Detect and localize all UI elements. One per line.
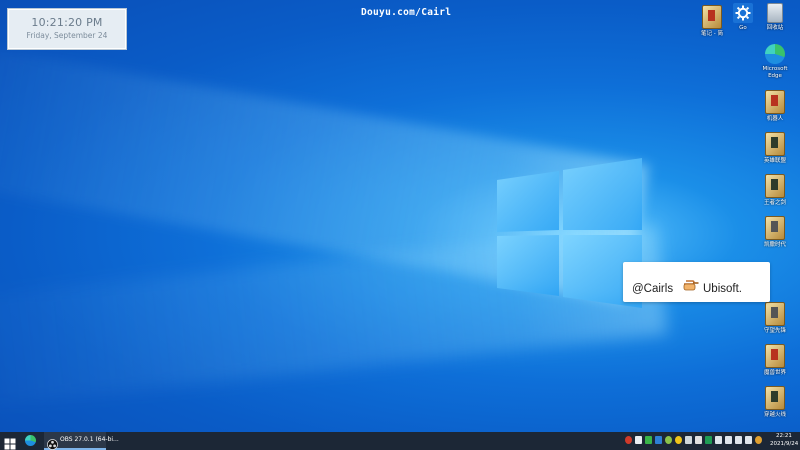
tray-app-icon[interactable] <box>645 436 652 444</box>
tray-app-icon[interactable] <box>625 436 632 444</box>
start-button[interactable] <box>4 435 16 450</box>
desktop-icon-label: 笔记 - 简 <box>701 31 723 37</box>
game-box-icon <box>765 216 785 240</box>
game-box-icon <box>765 174 785 198</box>
windows-logo-wallpaper <box>497 158 642 308</box>
taskbar-edge-button[interactable] <box>25 435 37 447</box>
tray-app-icon[interactable] <box>695 436 702 444</box>
tray-app-icon[interactable] <box>655 436 662 444</box>
desktop-icon-label: 守望先锋 <box>763 328 786 334</box>
tray-app-icon[interactable] <box>675 436 682 444</box>
desktop-icon-recycle-bin[interactable]: 回收站 <box>755 3 795 32</box>
game-box-icon <box>765 302 785 326</box>
taskbar: OBS 27.0.1 (64-bi... 22:21 2021/9/24 <box>0 432 800 450</box>
tray-app-icon[interactable] <box>635 436 642 444</box>
clock-date: Friday, September 24 <box>26 31 108 40</box>
book-icon <box>702 5 722 29</box>
desktop-icon-game1[interactable]: 机器人 <box>755 90 795 123</box>
windows-logo-icon <box>497 158 642 308</box>
desktop-icon-label: 机器人 <box>766 116 784 122</box>
desktop-icon-game5[interactable]: 守望先锋 <box>755 302 795 335</box>
wifi-icon[interactable] <box>735 436 742 444</box>
desktop-icon-game3[interactable]: 王者之剑 <box>755 174 795 207</box>
desktop-icon-label: 魔兽世界 <box>763 370 786 376</box>
recycle-bin-icon <box>767 3 783 23</box>
game-box-icon <box>765 132 785 156</box>
taskbar-clock-date[interactable]: 2021/9/24 <box>770 441 798 447</box>
edge-icon <box>25 435 36 446</box>
gear-icon <box>733 3 753 23</box>
taskbar-clock-time[interactable]: 22:21 <box>776 433 792 439</box>
desktop-icon-game7[interactable]: 穿越火线 <box>755 386 795 419</box>
game-box-icon <box>765 386 785 410</box>
tray-app-icon[interactable] <box>685 436 692 444</box>
monitor-icon[interactable] <box>725 436 732 444</box>
game-box-icon <box>765 344 785 368</box>
obs-taskbar-label: OBS 27.0.1 (64-bi... <box>60 436 119 443</box>
desktop-icon-game2[interactable]: 英雄联盟 <box>755 132 795 165</box>
desktop-icon-edge[interactable]: Microsoft Edge <box>755 44 795 79</box>
pointing-hand-icon <box>683 277 699 291</box>
desktop-icon-label: Microsoft Edge <box>762 66 788 79</box>
tray-app-icon[interactable] <box>715 436 722 444</box>
desktop-icon-label: 穿越火线 <box>763 412 786 418</box>
desktop-icon-label: 英雄联盟 <box>763 158 786 164</box>
volume-icon[interactable] <box>745 436 752 444</box>
tray-app-icon[interactable] <box>665 436 672 444</box>
clock-time: 10:21:20 PM <box>31 16 103 29</box>
clock-widget: 10:21:20 PM Friday, September 24 <box>8 9 126 49</box>
desktop-icon-label: 凯撒时代 <box>763 242 786 248</box>
overlay-handle-text: @Cairls <box>632 283 674 295</box>
edge-icon <box>765 44 785 64</box>
desktop-icon-label: 王者之剑 <box>763 200 786 206</box>
game-box-icon <box>765 90 785 114</box>
taskbar-obs-button[interactable]: OBS 27.0.1 (64-bi... <box>44 432 119 450</box>
stream-watermark: Douyu.com/Cairl <box>361 7 452 18</box>
desktop: 10:21:20 PM Friday, September 24 Douyu.c… <box>0 0 800 450</box>
desktop-icon-label: 回收站 <box>766 25 784 31</box>
obs-icon <box>47 435 58 450</box>
tray-app-icon[interactable] <box>705 436 712 444</box>
desktop-icon-game4[interactable]: 凯撒时代 <box>755 216 795 249</box>
overlay-brand-text: Ubisoft. <box>703 283 742 295</box>
tray-app-icon[interactable] <box>755 436 762 444</box>
windows-start-icon <box>4 438 16 450</box>
desktop-icon-game6[interactable]: 魔兽世界 <box>755 344 795 377</box>
